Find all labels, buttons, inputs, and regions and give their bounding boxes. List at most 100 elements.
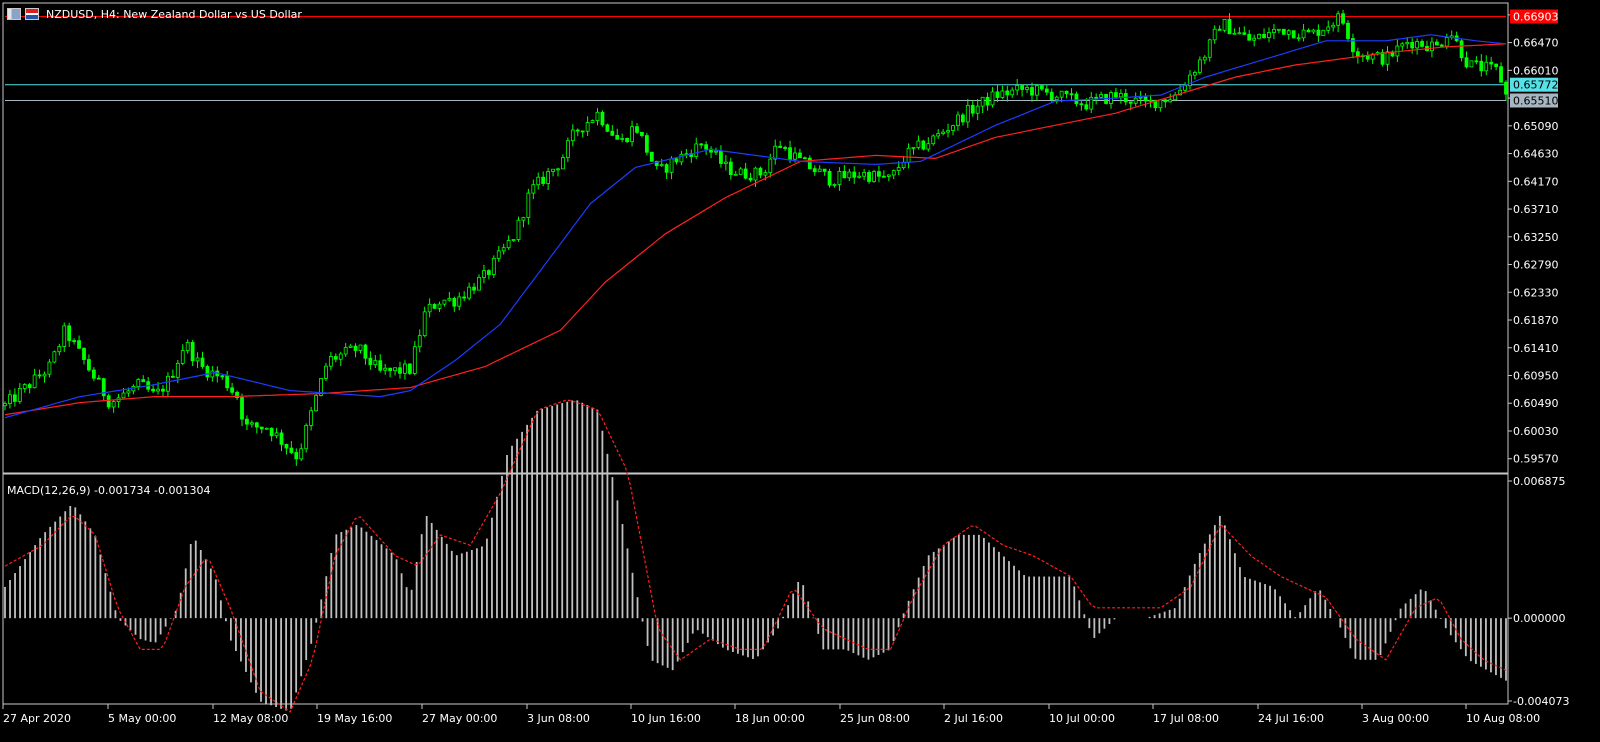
- candle-body: [1148, 99, 1153, 102]
- candle-body: [1143, 96, 1148, 102]
- candle: [52, 350, 57, 364]
- candle-body: [1247, 33, 1252, 41]
- candle-body: [442, 299, 447, 305]
- candle-body: [491, 257, 496, 275]
- time-tick-label: 24 Jul 16:00: [1258, 712, 1324, 725]
- candle-body: [960, 114, 965, 123]
- candle: [644, 132, 649, 156]
- candle-body: [190, 342, 195, 362]
- candle-body: [1410, 41, 1415, 49]
- candle-body: [407, 363, 412, 374]
- candle-body: [37, 374, 42, 377]
- candle-body: [565, 140, 570, 158]
- candle-body: [269, 427, 274, 437]
- candle-body: [506, 240, 511, 249]
- candle-body: [970, 104, 975, 114]
- candle-body: [1444, 37, 1449, 47]
- candle-body: [659, 164, 664, 167]
- candle-body: [985, 96, 990, 106]
- candle-body: [1257, 34, 1262, 39]
- candle: [1321, 29, 1326, 36]
- candle-body: [259, 426, 264, 430]
- candle-body: [758, 167, 763, 176]
- price-tick-label: 0.64630: [1513, 148, 1559, 161]
- candle-body: [827, 171, 832, 186]
- candle-body: [393, 367, 397, 372]
- chart-type-icon[interactable]: [7, 8, 21, 20]
- candle-body: [1054, 96, 1059, 101]
- candle-body: [388, 367, 393, 372]
- candle-body: [472, 286, 476, 291]
- candle-body: [1242, 32, 1247, 35]
- candle: [600, 110, 605, 127]
- candle-body: [615, 134, 620, 140]
- candle-body: [338, 353, 343, 360]
- candle-body: [22, 384, 27, 389]
- candle-body: [526, 192, 531, 218]
- candle-body: [807, 157, 812, 170]
- candle-body: [704, 144, 709, 150]
- candle-body: [1202, 56, 1207, 61]
- candle-body: [230, 387, 235, 393]
- candle-body: [881, 175, 886, 178]
- candle-body: [91, 369, 96, 379]
- candle-body: [249, 422, 254, 425]
- candle-body: [1494, 63, 1499, 68]
- time-tick-label: 12 May 08:00: [213, 712, 288, 725]
- candle-body: [225, 375, 230, 389]
- candle-body: [1341, 13, 1345, 24]
- candle-body: [1326, 26, 1331, 31]
- candle-body: [486, 270, 491, 275]
- candle-body: [719, 150, 723, 164]
- candle-body: [57, 346, 62, 353]
- candle-body: [768, 158, 773, 174]
- candle-body: [511, 239, 516, 241]
- candle-body: [980, 96, 985, 107]
- candle-body: [77, 340, 81, 349]
- candle-body: [1355, 51, 1360, 57]
- candle-body: [12, 394, 17, 402]
- price-tag-label: 0.65772: [1513, 79, 1559, 92]
- candle-body: [798, 152, 802, 159]
- price-tick-label: 0.59570: [1513, 453, 1559, 466]
- candle-body: [1222, 19, 1227, 31]
- candle: [1281, 28, 1286, 36]
- candle-body: [353, 345, 358, 351]
- candle-body: [1311, 29, 1316, 33]
- candle-body: [1459, 40, 1464, 59]
- candle-body: [457, 296, 462, 307]
- candle-body: [802, 157, 807, 160]
- price-tick-label: 0.60950: [1513, 370, 1559, 383]
- candle-body: [812, 168, 817, 173]
- candle-body: [195, 357, 200, 362]
- candle: [921, 139, 926, 151]
- candle: [872, 169, 876, 183]
- candle-body: [580, 130, 585, 133]
- candle-body: [1133, 97, 1138, 104]
- candle-body: [590, 120, 595, 123]
- macd-tick-label: 0.000000: [1513, 612, 1566, 625]
- candle-body: [1252, 37, 1257, 41]
- candle-body: [3, 403, 7, 407]
- candle-body: [200, 357, 205, 367]
- candle-body: [1020, 85, 1025, 90]
- candle-body: [1434, 41, 1439, 46]
- time-tick-label: 10 Aug 08:00: [1466, 712, 1540, 725]
- candle-body: [699, 143, 704, 146]
- candle-body: [1010, 89, 1015, 96]
- candle-body: [1281, 28, 1286, 35]
- candle-body: [857, 175, 862, 178]
- candle: [1222, 18, 1227, 33]
- candle-body: [640, 131, 644, 136]
- candle-body: [27, 384, 32, 389]
- candle-body: [842, 170, 847, 179]
- candle-body: [220, 375, 225, 378]
- candle-body: [635, 126, 639, 133]
- candle-body: [1118, 93, 1123, 98]
- candle-body: [995, 91, 1000, 98]
- candle-body: [936, 133, 941, 137]
- price-tick-label: 0.65090: [1513, 120, 1559, 133]
- candle-body: [1168, 99, 1173, 103]
- candle-body: [1114, 92, 1118, 98]
- candle-body: [575, 129, 580, 132]
